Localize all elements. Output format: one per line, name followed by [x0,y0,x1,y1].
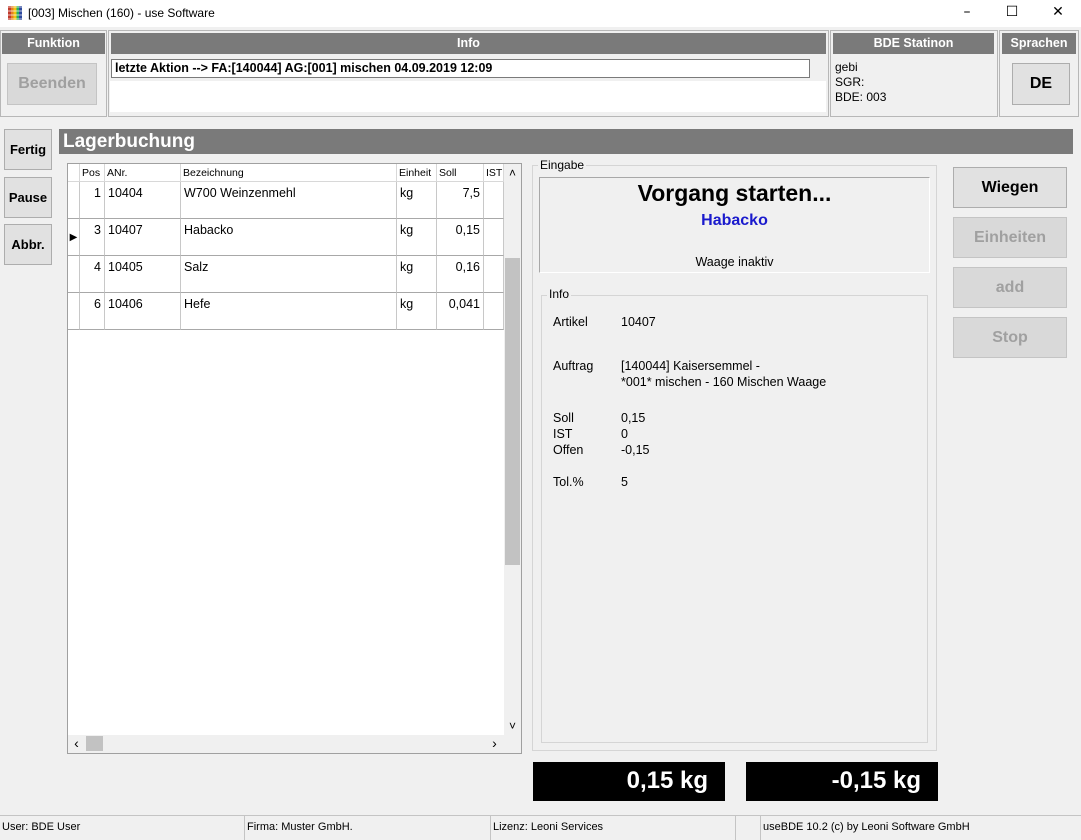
row-indicator [68,293,80,330]
maximize-icon[interactable]: ☐ [989,0,1035,27]
cell-ist [484,256,504,293]
status-user: User: BDE User [0,816,245,840]
cell-soll: 0,041 [437,293,484,330]
bde-station-info: gebi SGR: BDE: 003 [835,60,886,105]
cell-einheit: kg [397,182,437,219]
col-header-ist[interactable]: IST [484,164,504,182]
funktion-header: Funktion [2,33,105,54]
cell-einheit: kg [397,256,437,293]
status-lizenz: Lizenz: Leoni Services [491,816,736,840]
cell-ist [484,293,504,330]
minimize-icon[interactable]: – [944,0,990,27]
auftrag-value-line1: [140044] Kaisersemmel - [621,359,760,373]
scroll-left-icon[interactable]: ‹ [68,735,85,753]
cell-soll: 0,15 [437,219,484,256]
vertical-scrollbar[interactable]: ˄ ˅ [504,164,521,735]
title-bar: [003] Mischen (160) - use Software – ☐ ✕ [0,0,1081,27]
cell-soll: 7,5 [437,182,484,219]
eingabe-label: Eingabe [538,158,587,172]
soll-value: 0,15 [621,411,646,425]
horizontal-scroll-thumb[interactable] [86,736,103,751]
fertig-button[interactable]: Fertig [4,129,52,170]
row-header-corner [68,164,80,182]
scroll-corner [504,735,521,753]
horizontal-scrollbar[interactable]: ‹ › [68,735,504,753]
ist-label: IST [553,427,573,441]
vertical-scroll-thumb[interactable] [505,258,520,565]
station-name: gebi [835,60,858,74]
cell-anr: 10407 [105,219,181,256]
language-button[interactable]: DE [1012,63,1070,105]
col-header-bezeichnung[interactable]: Bezeichnung [181,164,397,182]
pause-button[interactable]: Pause [4,177,52,218]
info-area [110,81,826,112]
row-indicator [68,256,80,293]
offen-weight-display: -0,15 kg [746,762,938,801]
wiegen-button[interactable]: Wiegen [953,167,1067,208]
close-icon[interactable]: ✕ [1035,0,1081,27]
status-empty [736,816,761,840]
cell-bezeichnung: Habacko [181,219,397,256]
station-sgr: SGR: [835,75,865,89]
stop-button[interactable]: Stop [953,317,1067,358]
cell-anr: 10406 [105,293,181,330]
ist-weight-display: 0,15 kg [533,762,725,801]
cell-pos: 6 [80,293,105,330]
cell-anr: 10405 [105,256,181,293]
abbr-button[interactable]: Abbr. [4,224,52,265]
soll-label: Soll [553,411,574,425]
current-article-name: Habacko [701,212,768,229]
station-bde: BDE: 003 [835,90,887,104]
cell-bezeichnung: W700 Weinzenmehl [181,182,397,219]
offen-value: -0,15 [621,443,650,457]
artikel-label: Artikel [553,315,588,329]
cell-einheit: kg [397,293,437,330]
sprachen-header: Sprachen [1002,33,1076,54]
col-header-pos[interactable]: Pos [80,164,105,182]
scale-status: Waage inaktiv [695,255,774,269]
scroll-right-icon[interactable]: › [486,735,503,753]
cell-ist [484,182,504,219]
einheiten-button[interactable]: Einheiten [953,217,1067,258]
col-header-anr[interactable]: ANr. [105,164,181,182]
cell-bezeichnung: Hefe [181,293,397,330]
info-header: Info [111,33,826,54]
status-version: useBDE 10.2 (c) by Leoni Software GmbH [763,821,970,833]
scroll-up-icon[interactable]: ˄ [504,164,521,182]
cell-anr: 10404 [105,182,181,219]
lagerbuchung-title: Lagerbuchung [59,129,1073,154]
col-header-einheit[interactable]: Einheit [397,164,437,182]
row-indicator [68,182,80,219]
artikel-value: 10407 [621,315,656,329]
current-row-icon: ▶ [68,219,80,256]
tol-value: 5 [621,475,628,489]
article-grid[interactable]: Pos ANr. Bezeichnung Einheit Soll IST 1 … [67,163,522,754]
add-button[interactable]: add [953,267,1067,308]
tol-label: Tol.% [553,475,584,489]
cell-pos: 3 [80,219,105,256]
cell-pos: 1 [80,182,105,219]
auftrag-value-line2: *001* mischen - 160 Mischen Waage [621,375,827,389]
offen-label: Offen [553,443,584,457]
cell-soll: 0,16 [437,256,484,293]
status-firma: Firma: Muster GmbH. [245,816,491,840]
cell-pos: 4 [80,256,105,293]
cell-einheit: kg [397,219,437,256]
bde-station-header: BDE Statinon [833,33,994,54]
app-icon [8,6,22,20]
beenden-button[interactable]: Beenden [7,63,97,105]
window-title: [003] Mischen (160) - use Software [28,6,215,20]
ist-value: 0 [621,427,628,441]
vorgang-headline: Vorgang starten... [637,180,832,206]
cell-bezeichnung: Salz [181,256,397,293]
info-detail-label: Info [547,287,572,301]
cell-ist [484,219,504,256]
scroll-down-icon[interactable]: ˅ [504,717,521,735]
auftrag-label: Auftrag [553,359,594,373]
col-header-soll[interactable]: Soll [437,164,484,182]
last-action-field: letzte Aktion --> FA:[140044] AG:[001] m… [111,59,810,78]
